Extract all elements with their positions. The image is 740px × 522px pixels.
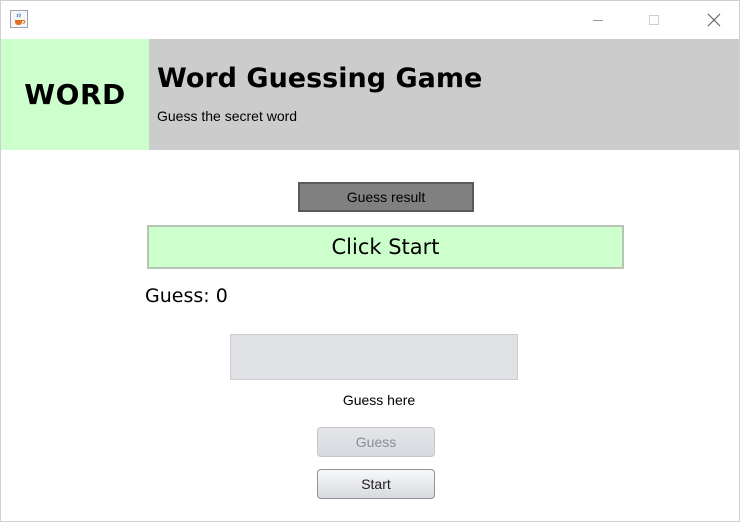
start-button[interactable]: Start xyxy=(317,469,435,499)
maximize-button[interactable] xyxy=(631,1,677,39)
guess-button[interactable]: Guess xyxy=(317,427,435,457)
title-bar[interactable] xyxy=(1,1,739,39)
logo-panel: WORD xyxy=(1,39,149,150)
guess-result-label: Guess result xyxy=(298,182,474,212)
app-window: WORD Word Guessing Game Guess the secret… xyxy=(0,0,740,522)
maximize-icon xyxy=(649,15,659,25)
guess-input-caption: Guess here xyxy=(342,392,416,408)
header-panel: Word Guessing Game Guess the secret word xyxy=(149,39,739,150)
guess-counter: Guess: 0 xyxy=(145,285,228,307)
page-subtitle: Guess the secret word xyxy=(157,108,298,124)
guess-result-display: Click Start xyxy=(147,225,624,269)
java-cup-icon[interactable] xyxy=(10,10,28,28)
close-icon xyxy=(707,13,721,27)
minimize-icon xyxy=(593,20,603,21)
close-button[interactable] xyxy=(691,1,737,39)
logo-text: WORD xyxy=(24,78,126,111)
page-title: Word Guessing Game xyxy=(157,63,483,94)
guess-input[interactable] xyxy=(230,334,518,380)
minimize-button[interactable] xyxy=(575,1,621,39)
